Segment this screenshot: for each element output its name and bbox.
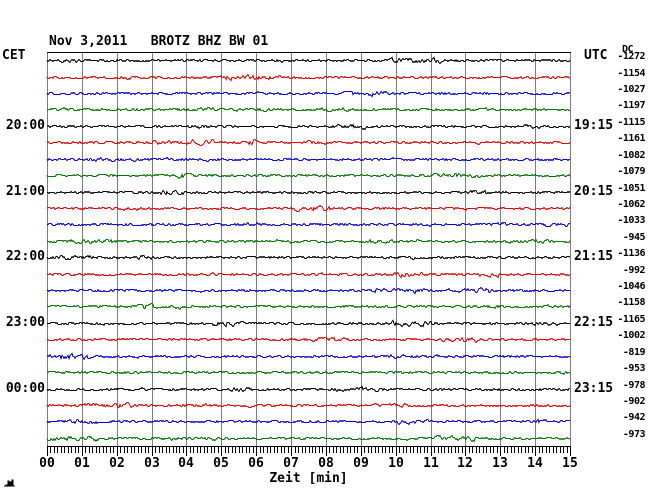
dc-value: -1027 bbox=[595, 85, 645, 95]
x-tick-label: 01 bbox=[65, 457, 99, 471]
dc-value: -1272 bbox=[595, 52, 645, 62]
seismogram-trace-row bbox=[47, 256, 570, 260]
dc-value: -1079 bbox=[595, 167, 645, 177]
seismogram-trace-row bbox=[47, 58, 570, 64]
seismogram-trace-row bbox=[47, 92, 570, 97]
dc-value: -1115 bbox=[595, 118, 645, 128]
x-tick-label: 09 bbox=[344, 457, 378, 471]
dc-value: -819 bbox=[595, 348, 645, 358]
x-tick-label: 07 bbox=[274, 457, 308, 471]
x-tick-label: 06 bbox=[239, 457, 273, 471]
cet-time-label: 23:00 bbox=[0, 316, 45, 330]
dc-value: -1161 bbox=[595, 134, 645, 144]
dc-value: -1082 bbox=[595, 151, 645, 161]
seismogram-trace-row bbox=[47, 387, 570, 392]
seismogram-trace-row bbox=[47, 436, 570, 442]
seismogram-trace-row bbox=[47, 403, 570, 408]
seismogram-trace-row bbox=[47, 174, 570, 179]
seismogram-trace-row bbox=[47, 304, 570, 310]
seismogram-trace-row bbox=[47, 158, 570, 162]
dc-value: -1158 bbox=[595, 298, 645, 308]
seismogram-trace-row bbox=[47, 273, 570, 278]
seismogram-trace-row bbox=[47, 338, 570, 343]
x-tick-label: 15 bbox=[553, 457, 587, 471]
dc-value: -1051 bbox=[595, 184, 645, 194]
seismogram-trace-row bbox=[47, 191, 570, 195]
dc-value: -1033 bbox=[595, 216, 645, 226]
seismogram-trace-row bbox=[47, 125, 570, 130]
dc-value: -992 bbox=[595, 266, 645, 276]
x-axis-title: Zeit [min] bbox=[47, 472, 570, 486]
seismogram-trace-row bbox=[47, 206, 570, 212]
dc-value: -942 bbox=[595, 413, 645, 423]
x-tick-label: 02 bbox=[100, 457, 134, 471]
dc-value: -1165 bbox=[595, 315, 645, 325]
dc-value: -1046 bbox=[595, 282, 645, 292]
x-tick-label: 11 bbox=[414, 457, 448, 471]
x-tick-label: 12 bbox=[448, 457, 482, 471]
seismogram-trace-row bbox=[47, 288, 570, 294]
seismogram-trace-row bbox=[47, 108, 570, 112]
seismogram-trace-row bbox=[47, 223, 570, 227]
dc-value: -1154 bbox=[595, 69, 645, 79]
seismogram-trace-row bbox=[47, 354, 570, 360]
x-tick-label: 08 bbox=[309, 457, 343, 471]
seismogram-trace-row bbox=[47, 240, 570, 244]
x-tick-label: 04 bbox=[169, 457, 203, 471]
seismogram-trace-row bbox=[47, 321, 570, 327]
cet-time-label: 21:00 bbox=[0, 185, 45, 199]
seismogram-plot bbox=[0, 0, 650, 494]
cet-time-label: 00:00 bbox=[0, 382, 45, 396]
cet-time-label: 22:00 bbox=[0, 250, 45, 264]
dc-value: -1062 bbox=[595, 200, 645, 210]
seismogram-trace-row bbox=[47, 420, 570, 425]
x-tick-label: 10 bbox=[379, 457, 413, 471]
page-title: Nov 3,2011 BROTZ BHZ BW 01 bbox=[49, 35, 268, 49]
dc-value: -1002 bbox=[595, 331, 645, 341]
dc-value: -973 bbox=[595, 430, 645, 440]
cet-time-label: 20:00 bbox=[0, 119, 45, 133]
seismogram-trace-row bbox=[47, 372, 570, 375]
x-tick-label: 00 bbox=[30, 457, 64, 471]
dc-value: -978 bbox=[595, 381, 645, 391]
dc-value: -953 bbox=[595, 364, 645, 374]
dc-value: -1136 bbox=[595, 249, 645, 259]
dc-value: -1197 bbox=[595, 101, 645, 111]
seismogram-trace-row bbox=[47, 140, 570, 146]
seismogram-trace-row bbox=[47, 75, 570, 81]
seismic-squiggle-icon bbox=[4, 478, 18, 488]
x-tick-label: 05 bbox=[204, 457, 238, 471]
dc-value: -945 bbox=[595, 233, 645, 243]
dc-value: -902 bbox=[595, 397, 645, 407]
x-tick-label: 13 bbox=[483, 457, 517, 471]
helicorder-screen: Nov 3,2011 BROTZ BHZ BW 01 CET UTC DC 20… bbox=[0, 0, 650, 494]
x-tick-label: 03 bbox=[135, 457, 169, 471]
cet-header: CET bbox=[2, 49, 25, 63]
x-tick-label: 14 bbox=[518, 457, 552, 471]
